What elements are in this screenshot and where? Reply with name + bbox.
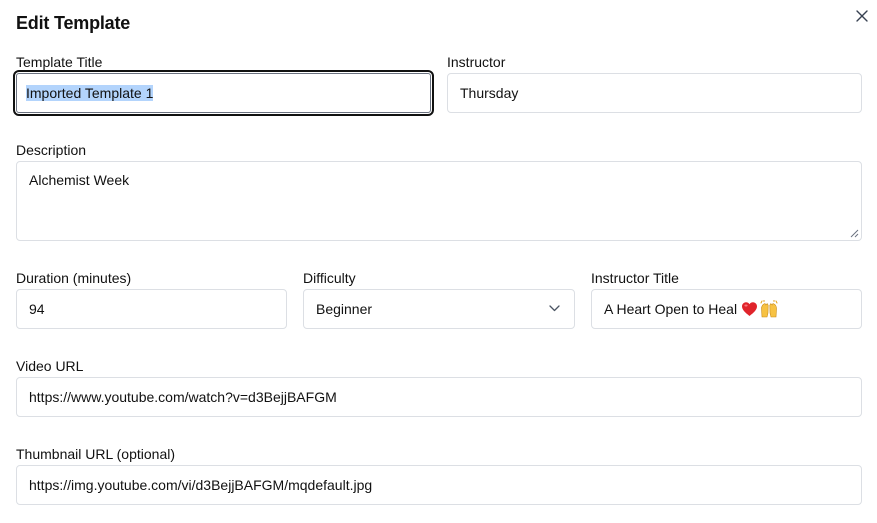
template-title-value: Imported Template 1 — [26, 85, 154, 101]
difficulty-select[interactable]: Beginner — [303, 289, 575, 329]
chevron-down-icon — [549, 305, 560, 312]
instructor-value: Thursday — [460, 85, 519, 101]
instructor-title-input[interactable]: A Heart Open to Heal — [591, 289, 862, 329]
instructor-input[interactable]: Thursday — [447, 73, 862, 113]
instructor-title-label: Instructor Title — [591, 270, 679, 286]
heart-emoji-icon — [742, 302, 758, 316]
edit-template-dialog: Edit Template Template Title Imported Te… — [0, 0, 877, 523]
template-title-input[interactable]: Imported Template 1 — [13, 70, 434, 116]
video-url-input[interactable]: https://www.youtube.com/watch?v=d3BejjBA… — [16, 377, 862, 417]
thumbnail-url-value: https://img.youtube.com/vi/d3BejjBAFGM/m… — [29, 477, 373, 493]
video-url-label: Video URL — [16, 358, 84, 374]
template-title-label: Template Title — [16, 54, 103, 70]
description-value: Alchemist Week — [29, 172, 130, 188]
resize-handle-icon[interactable] — [850, 229, 859, 238]
dialog-title: Edit Template — [16, 13, 131, 33]
instructor-title-value: A Heart Open to Heal — [604, 301, 738, 317]
description-label: Description — [16, 142, 87, 158]
duration-value: 94 — [29, 301, 45, 317]
description-textarea[interactable]: Alchemist Week — [16, 161, 862, 241]
difficulty-label: Difficulty — [303, 270, 356, 286]
thumbnail-url-label: Thumbnail URL (optional) — [16, 446, 175, 462]
raised-hands-emoji-icon — [760, 300, 778, 318]
close-button[interactable] — [852, 6, 872, 26]
video-url-value: https://www.youtube.com/watch?v=d3BejjBA… — [29, 389, 337, 405]
difficulty-value: Beginner — [316, 301, 373, 317]
instructor-label: Instructor — [447, 54, 506, 70]
close-icon — [856, 10, 868, 22]
thumbnail-url-input[interactable]: https://img.youtube.com/vi/d3BejjBAFGM/m… — [16, 465, 862, 505]
duration-label: Duration (minutes) — [16, 270, 132, 286]
duration-input[interactable]: 94 — [16, 289, 287, 329]
